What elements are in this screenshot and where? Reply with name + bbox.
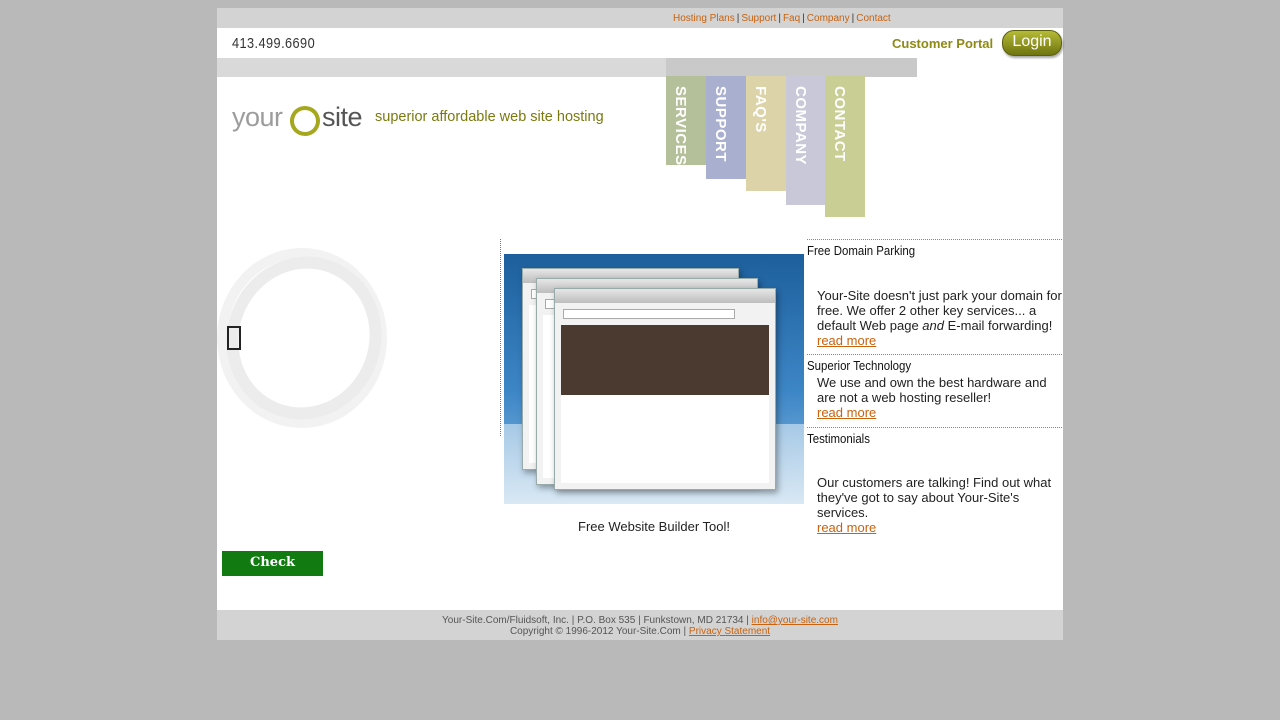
sidebar-divider-2 <box>807 354 1062 355</box>
tab-contact[interactable]: CONTACT <box>825 76 865 217</box>
logo-your-text: your <box>232 102 283 132</box>
phone-number: 413.499.6690 <box>232 35 316 52</box>
tagline: superior affordable web site hosting <box>375 109 604 125</box>
mock-hero-banner <box>561 325 769 395</box>
testimonials-text: Our customers are talking! Find out what… <box>817 475 1052 520</box>
website-builder-image[interactable] <box>504 254 804 504</box>
tab-company-label: COMPANY <box>792 86 809 166</box>
sidebar-divider-3 <box>807 427 1062 428</box>
slide-placeholder-icon[interactable] <box>227 326 241 350</box>
footer-copyright: Copyright © 1996-2012 Your-Site.Com | <box>509 626 689 637</box>
tab-company[interactable]: COMPANY <box>786 76 826 205</box>
tab-faqs[interactable]: FAQ'S <box>746 76 786 191</box>
tab-contact-label: CONTACT <box>831 86 848 162</box>
login-button[interactable]: Login <box>1002 30 1062 56</box>
footer: Your-Site.Com/Fluidsoft, Inc. | P.O. Box… <box>217 610 1063 640</box>
topnav-support[interactable]: Support <box>741 13 776 24</box>
tab-services-label: SERVICES <box>672 86 689 166</box>
page: Hosting Plans | Support | Faq | Company | Contac… <box>203 8 1063 640</box>
mock-address-bar <box>563 309 735 319</box>
top-bar: Hosting Plans | Support | Faq | Company | Contac… <box>217 8 1063 28</box>
sidebar-title-domain-parking: Free Domain Parking <box>807 243 916 258</box>
tab-support[interactable]: SUPPORT <box>706 76 746 179</box>
check-domain-button[interactable]: Check Domain <box>222 551 323 594</box>
vertical-divider <box>500 239 501 436</box>
tab-faqs-label: FAQ'S <box>752 86 769 133</box>
tab-support-label: SUPPORT <box>712 86 729 163</box>
customer-portal-label: Customer Portal <box>892 36 994 51</box>
read-more-link-technology[interactable]: read more <box>817 405 876 420</box>
mock-window-titlebar <box>555 289 775 303</box>
logo-site-text: site <box>322 102 363 132</box>
feature-caption: Free Website Builder Tool! <box>578 519 730 534</box>
read-more-link-domain-parking[interactable]: read more <box>817 333 876 348</box>
technology-text: We use and own the best hardware and are… <box>817 375 1047 405</box>
read-more-link-testimonials[interactable]: read more <box>817 520 876 535</box>
sidebar-text-testimonials: Our customers are talking! Find out what… <box>817 475 1063 535</box>
sidebar-text-domain-parking: Your-Site doesn't just park your domain … <box>817 288 1063 348</box>
topnav-company[interactable]: Company <box>807 13 850 24</box>
logo-o-mark <box>285 101 325 141</box>
topnav-faq[interactable]: Faq <box>783 13 800 24</box>
topnav-separator: | <box>778 13 781 24</box>
sidebar-divider-1 <box>807 239 1062 240</box>
domain-parking-text-b: E-mail forwarding! <box>944 318 1053 333</box>
tab-services[interactable]: SERVICES <box>666 76 706 166</box>
topnav-hosting-plans[interactable]: Hosting Plans <box>673 13 735 24</box>
footer-address: Your-Site.Com/Fluidsoft, Inc. | P.O. Box… <box>442 615 752 626</box>
domain-parking-emphasis: and <box>922 318 944 333</box>
sidebar-text-technology: We use and own the best hardware and are… <box>817 375 1063 420</box>
sidebar-title-technology: Superior Technology <box>807 358 912 373</box>
privacy-statement-link[interactable]: Privacy Statement <box>689 626 770 637</box>
header-grey-band-right <box>666 58 917 77</box>
sidebar-title-testimonials: Testimonials <box>807 431 870 446</box>
footer-email-link[interactable]: info@your-site.com <box>752 615 838 626</box>
footer-line-1: Your-Site.Com/Fluidsoft, Inc. | P.O. Box… <box>217 615 1063 626</box>
mock-window-front <box>554 288 776 490</box>
topnav-contact[interactable]: Contact <box>856 13 890 24</box>
topnav-separator: | <box>802 13 805 24</box>
top-nav: Hosting Plans | Support | Faq | Company | Contac… <box>673 13 891 24</box>
footer-line-2: Copyright © 1996-2012 Your-Site.Com | Pr… <box>217 626 1063 637</box>
